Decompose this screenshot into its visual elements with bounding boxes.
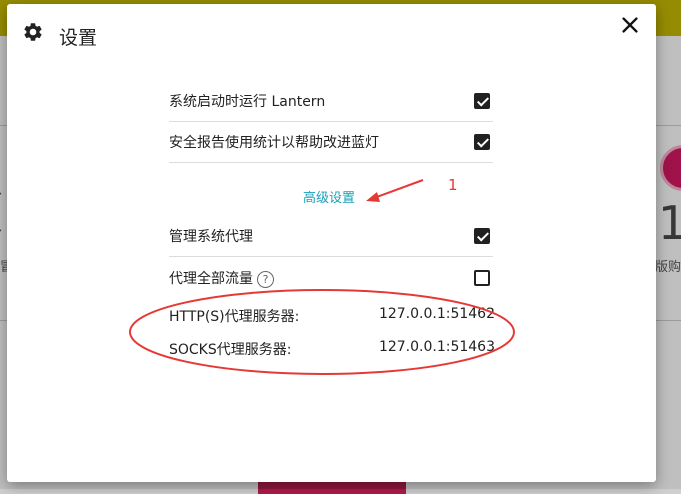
dialog-title: 设置 — [59, 27, 98, 49]
manage-system-proxy-checkbox[interactable] — [474, 228, 490, 244]
annotation-number: 1 — [448, 176, 458, 194]
advanced-settings-link[interactable]: 高级设置 — [303, 187, 355, 206]
option-label-group: 代理全部流量? — [169, 268, 274, 288]
option-run-at-startup: 系统启动时运行 Lantern — [169, 81, 493, 122]
socks-proxy-server-row: SOCKS代理服务器: 127.0.0.1:51463 — [169, 339, 495, 359]
server-address: 127.0.0.1:51463 — [378, 339, 495, 355]
server-address: 127.0.0.1:51462 — [378, 306, 495, 322]
gear-icon — [24, 23, 42, 41]
server-label: SOCKS代理服务器: — [169, 342, 292, 358]
option-manage-system-proxy: 管理系统代理 — [169, 216, 493, 257]
option-usage-stats: 安全报告使用统计以帮助改进蓝灯 — [169, 122, 493, 163]
option-proxy-all-traffic: 代理全部流量? — [169, 258, 493, 298]
settings-dialog: 设置 系统启动时运行 Lantern 安全报告使用统计以帮助改进蓝灯 高级设置 … — [7, 4, 656, 482]
server-label: HTTP(S)代理服务器: — [169, 309, 300, 325]
option-label: 代理全部流量 — [169, 271, 253, 287]
option-label: 系统启动时运行 Lantern — [169, 94, 326, 110]
http-proxy-server-row: HTTP(S)代理服务器: 127.0.0.1:51462 — [169, 306, 495, 326]
close-icon[interactable] — [619, 14, 641, 36]
usage-stats-checkbox[interactable] — [474, 134, 490, 150]
option-label: 安全报告使用统计以帮助改进蓝灯 — [169, 135, 379, 151]
help-icon[interactable]: ? — [257, 270, 274, 288]
proxy-all-traffic-checkbox[interactable] — [474, 270, 490, 286]
run-at-startup-checkbox[interactable] — [474, 93, 490, 109]
option-label: 管理系统代理 — [169, 229, 253, 245]
